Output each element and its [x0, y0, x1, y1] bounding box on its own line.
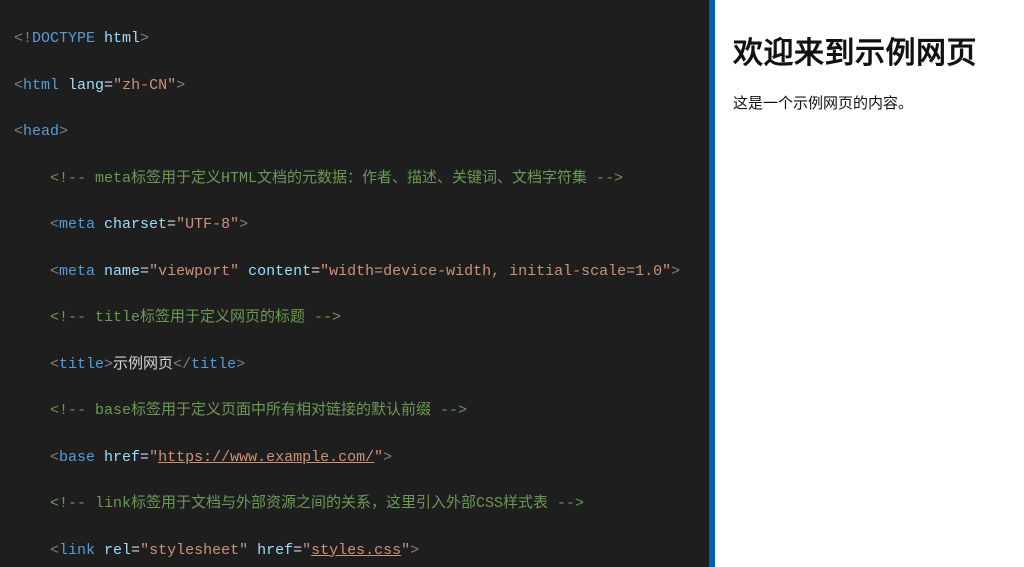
page-heading: 欢迎来到示例网页: [733, 28, 1006, 72]
preview-pane: 欢迎来到示例网页 这是一个示例网页的内容。: [715, 0, 1024, 567]
code-line: <link rel="stylesheet" href="styles.css"…: [14, 539, 709, 562]
code-line: <!DOCTYPE html>: [14, 27, 709, 50]
code-line: <base href="https://www.example.com/">: [14, 446, 709, 469]
code-line: <!-- title标签用于定义网页的标题 -->: [14, 306, 709, 329]
page-paragraph: 这是一个示例网页的内容。: [733, 92, 1006, 113]
code-line: <html lang="zh-CN">: [14, 74, 709, 97]
code-line: <!-- base标签用于定义页面中所有相对链接的默认前缀 -->: [14, 399, 709, 422]
code-line: <meta name="viewport" content="width=dev…: [14, 260, 709, 283]
code-editor[interactable]: <!DOCTYPE html> <html lang="zh-CN"> <hea…: [0, 0, 709, 567]
code-line: <title>示例网页</title>: [14, 353, 709, 376]
code-line: <!-- meta标签用于定义HTML文档的元数据：作者、描述、关键词、文档字符…: [14, 167, 709, 190]
code-line: <meta charset="UTF-8">: [14, 213, 709, 236]
code-line: <!-- link标签用于文档与外部资源之间的关系，这里引入外部CSS样式表 -…: [14, 492, 709, 515]
code-line: <head>: [14, 120, 709, 143]
